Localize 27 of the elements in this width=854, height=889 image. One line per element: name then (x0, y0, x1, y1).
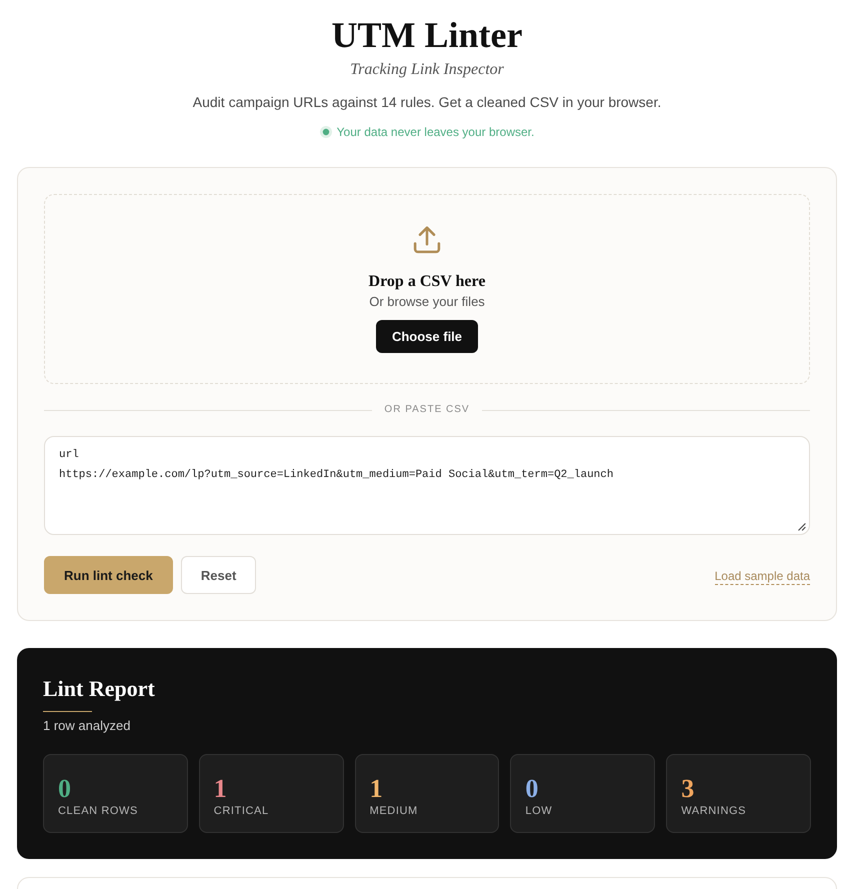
stat-value: 3 (681, 775, 696, 803)
resize-grip-icon (797, 522, 806, 531)
run-button[interactable]: Run lint check (44, 556, 173, 594)
drop-hint: Or browse your files (369, 294, 485, 310)
stat-label: CLEAN ROWS (58, 804, 139, 818)
upload-icon (413, 226, 441, 254)
stat-label: MEDIUM (370, 804, 419, 818)
rows-summary: 1 row analyzed (43, 717, 132, 735)
stat-label: CRITICAL (214, 804, 270, 818)
app-subtitle: Tracking Link Inspector (350, 60, 504, 80)
reset-button[interactable]: Reset (180, 556, 256, 594)
stat-label: LOW (525, 804, 554, 818)
stat-label: WARNINGS (681, 804, 748, 818)
drop-title: Drop a CSV here (368, 272, 486, 292)
report-title: Lint Report (43, 675, 156, 703)
csv-input-field[interactable]: url https://example.com/lp?utm_source=LinkedIn&utm_medium=Paid Social&utm_term=Q2_launch (44, 436, 810, 535)
drop-zone[interactable]: Drop a CSV here Or browse your files Choose file (44, 194, 810, 384)
stat-value: 0 (58, 775, 72, 803)
description-text: Audit campaign URLs against 14 rules. Get a cleaned CSV in your browser. (192, 93, 662, 112)
privacy-note: Your data never leaves your browser. (336, 124, 534, 141)
stat-value: 1 (370, 775, 384, 803)
stat-value: 0 (525, 775, 540, 803)
choose-file-button[interactable]: Choose file (376, 320, 478, 353)
status-dot-icon (320, 126, 332, 138)
divider-label: OR PASTE CSV (384, 403, 470, 417)
app-title: UTM Linter (332, 14, 522, 56)
stat-value: 1 (214, 775, 228, 803)
